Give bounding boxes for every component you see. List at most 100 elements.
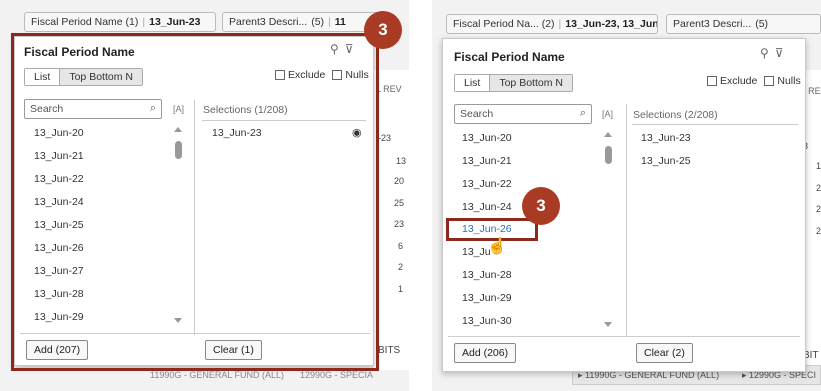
report-value: 2 — [816, 226, 821, 236]
chip-label: Parent3 Descri... — [229, 16, 308, 28]
divider — [626, 104, 627, 336]
selection-item[interactable]: 13_Jun-25 — [641, 155, 691, 167]
popup-icons: ⚲⊽ — [330, 42, 360, 56]
eye-icon[interactable]: ◉ — [352, 126, 362, 139]
right-screenshot: L RE n-23 1 2 2 2 BIT ▸ 11990G - GENERAL… — [432, 0, 821, 391]
search-input[interactable]: Search ⌕ — [24, 99, 162, 119]
list-item[interactable]: 13_Jun-29 — [34, 311, 84, 323]
list-item[interactable]: 13_Jun-26 — [34, 242, 84, 254]
nulls-checkbox[interactable] — [764, 76, 775, 86]
selections-title: Selections (2/208) — [633, 109, 718, 121]
chip-label: Parent3 Descri... — [673, 18, 752, 30]
report-value: 2 — [816, 183, 821, 193]
scroll-down-arrow[interactable] — [174, 318, 182, 323]
tab-list[interactable]: List — [455, 75, 491, 91]
report-value: 1 — [816, 161, 821, 171]
parent3-filter-chip[interactable]: Parent3 Descri... (5) — [666, 14, 821, 34]
report-col-header: L REV — [376, 84, 402, 94]
search-input[interactable]: Search ⌕ — [454, 104, 592, 124]
search-placeholder: Search — [30, 103, 64, 115]
report-value: 2 — [816, 204, 821, 214]
chip-count: (5) — [755, 18, 769, 30]
tab-bar: List Top Bottom N — [24, 68, 143, 86]
chip-value: 13_Jun-23 — [149, 16, 201, 28]
list-item[interactable]: 13_Jun-27 — [34, 265, 84, 277]
report-value: 25 — [394, 198, 405, 208]
scroll-down-arrow[interactable] — [604, 322, 612, 327]
report-footer-item: 11990G - GENERAL FUND (ALL) — [150, 370, 285, 380]
report-footer-item: 12990G - SPECIA — [300, 370, 374, 380]
report-value: 2 — [398, 262, 404, 272]
fiscal-period-filter-chip[interactable]: Fiscal Period Name (1) | 13_Jun-23 — [24, 12, 216, 32]
clear-button[interactable]: Clear (2) — [636, 343, 693, 363]
chip-value: 11 — [334, 16, 346, 28]
chip-label: Fiscal Period Name (1) — [31, 16, 139, 28]
clear-filter-icon[interactable]: ⊽ — [775, 46, 790, 60]
tab-bar: List Top Bottom N — [454, 74, 573, 92]
exclude-checkbox[interactable] — [275, 70, 285, 80]
report-footer-label: BITS — [378, 345, 401, 356]
report-row-label: -23 — [378, 133, 392, 143]
scroll-up-arrow[interactable] — [174, 127, 182, 132]
fiscal-period-filter-chip[interactable]: Fiscal Period Na... (2) | 13_Jun-23, 13_… — [446, 14, 658, 34]
list-item[interactable]: 13_Jun-29 — [462, 292, 512, 304]
list-item[interactable]: 13_Jun-20 — [34, 127, 84, 139]
search-placeholder: Search — [460, 108, 494, 120]
sort-button[interactable]: [A] — [173, 104, 184, 114]
filter-settings-icon[interactable]: ⚲ — [330, 42, 345, 56]
scrollbar-thumb[interactable] — [175, 141, 182, 159]
hand-pointer-icon: ☝ — [487, 238, 507, 255]
selection-item[interactable]: 13_Jun-23 — [641, 132, 691, 144]
tab-top-bottom-n[interactable]: Top Bottom N — [60, 69, 142, 85]
divider — [202, 120, 366, 121]
list-item[interactable]: 13_Jun-20 — [462, 132, 512, 144]
divider — [194, 100, 195, 335]
list-item[interactable]: 13_Jun-22 — [34, 173, 84, 185]
clear-filter-icon[interactable]: ⊽ — [345, 42, 360, 56]
add-button[interactable]: Add (207) — [26, 340, 89, 360]
nulls-label: Nulls — [345, 69, 369, 81]
report-value: 20 — [394, 176, 405, 186]
selection-item[interactable]: 13_Jun-23 — [212, 127, 262, 139]
list-item[interactable]: 13_Jun-21 — [34, 150, 84, 162]
divider — [632, 124, 798, 125]
list-item[interactable]: 13_Jun-22 — [462, 178, 512, 190]
search-icon[interactable]: ⌕ — [580, 107, 586, 120]
divider — [20, 333, 370, 334]
popup-icons: ⚲⊽ — [760, 46, 790, 60]
step-badge: 3 — [364, 11, 402, 49]
list-item-hovered[interactable]: 13_Jun-26 — [462, 223, 512, 235]
tab-top-bottom-n[interactable]: Top Bottom N — [490, 75, 572, 91]
popup-title: Fiscal Period Name — [24, 45, 135, 59]
list-item[interactable]: 13_Jun-28 — [462, 269, 512, 281]
exclude-label: Exclude — [288, 69, 326, 81]
exclude-nulls-row: Exclude Nulls — [275, 69, 369, 81]
exclude-checkbox[interactable] — [707, 76, 717, 86]
popup-title: Fiscal Period Name — [454, 50, 565, 64]
sort-button[interactable]: [A] — [602, 109, 613, 119]
chip-label: Fiscal Period Na... (2) — [453, 18, 555, 30]
report-value: 23 — [394, 219, 405, 229]
nulls-label: Nulls — [777, 75, 801, 87]
list-item[interactable]: 13_Jun-24 — [34, 196, 84, 208]
list-item[interactable]: 13_Jun-28 — [34, 288, 84, 300]
nulls-checkbox[interactable] — [332, 70, 343, 80]
report-value: 13 — [396, 156, 407, 166]
step-badge: 3 — [522, 187, 560, 225]
list-item[interactable]: 13_Jun-21 — [462, 155, 512, 167]
filter-settings-icon[interactable]: ⚲ — [760, 46, 775, 60]
add-button[interactable]: Add (206) — [454, 343, 517, 363]
scroll-up-arrow[interactable] — [604, 132, 612, 137]
list-item[interactable]: 13_Jun-24 — [462, 201, 512, 213]
selections-title: Selections (1/208) — [203, 104, 288, 116]
clear-button[interactable]: Clear (1) — [205, 340, 262, 360]
search-icon[interactable]: ⌕ — [150, 102, 156, 115]
scrollbar-thumb[interactable] — [605, 146, 612, 164]
list-item[interactable]: 13_Jun-30 — [462, 315, 512, 327]
report-value: 1 — [398, 284, 404, 294]
list-item[interactable]: 13_Jun-25 — [34, 219, 84, 231]
exclude-label: Exclude — [720, 75, 758, 87]
divider — [448, 336, 800, 337]
parent3-filter-chip[interactable]: Parent3 Descri... (5) | 11 — [222, 12, 382, 32]
tab-list[interactable]: List — [25, 69, 61, 85]
